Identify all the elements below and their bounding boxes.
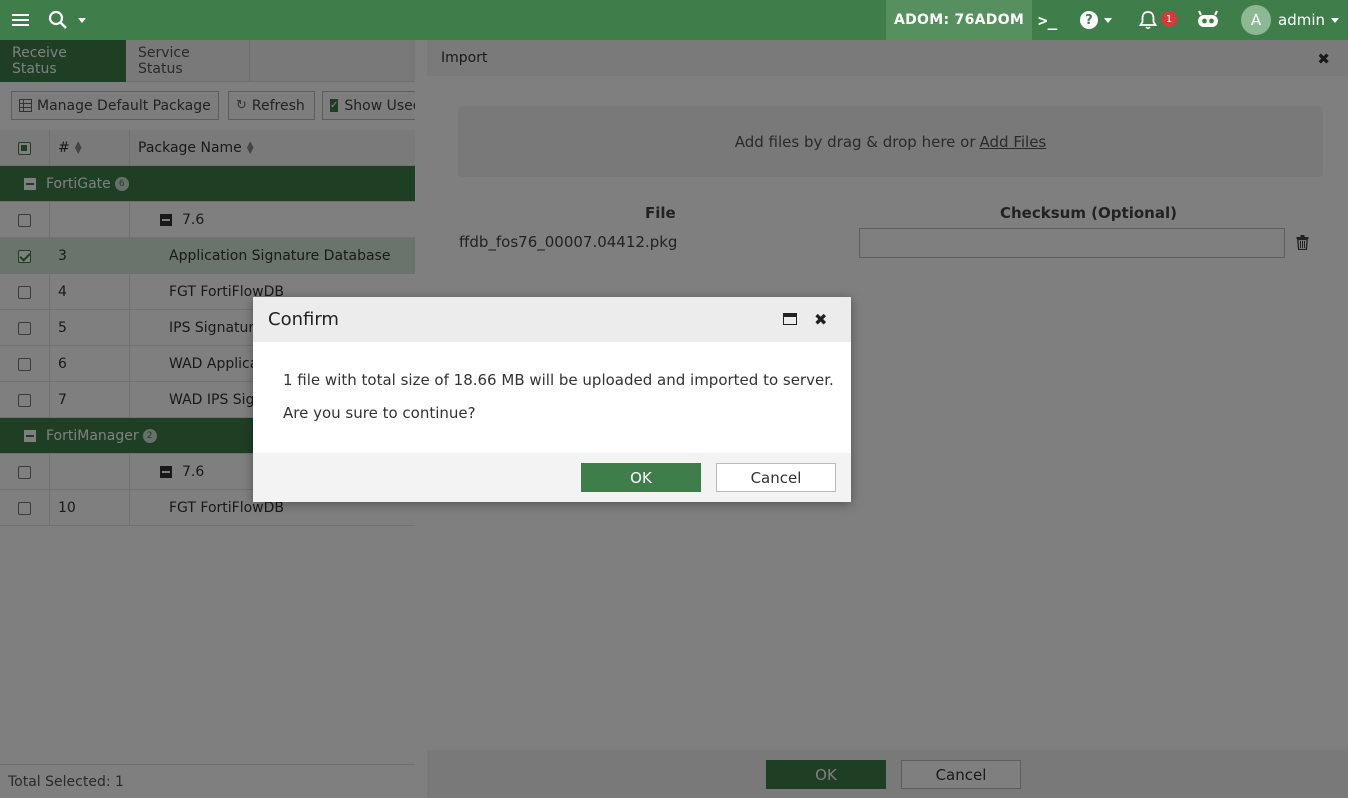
menu-icon[interactable]: [10, 0, 30, 40]
notifications-button[interactable]: [1138, 0, 1158, 40]
confirm-header: Confirm: [253, 297, 851, 342]
help-button[interactable]: ?: [1080, 0, 1112, 40]
bell-icon: [1138, 11, 1158, 30]
search-button[interactable]: [48, 0, 86, 40]
avatar: A: [1241, 5, 1271, 35]
robot-icon: [1198, 10, 1218, 27]
user-menu[interactable]: admin: [1278, 0, 1339, 40]
search-icon: [48, 10, 67, 29]
assistant-button[interactable]: [1196, 0, 1220, 40]
confirm-ok-button[interactable]: OK: [581, 463, 701, 492]
cli-console-button[interactable]: >_: [1038, 0, 1057, 40]
confirm-footer: OK Cancel: [253, 453, 851, 502]
confirm-message: 1 file with total size of 18.66 MB will …: [283, 371, 834, 389]
top-navigation-bar: ADOM: 76ADOM >_ ? 1 A admin: [0, 0, 1348, 40]
confirm-cancel-button[interactable]: Cancel: [716, 463, 836, 492]
close-icon[interactable]: ✖: [814, 310, 827, 329]
notification-count-badge: 1: [1161, 11, 1177, 27]
dialog-title: Confirm: [268, 309, 339, 330]
chevron-down-icon: [1104, 17, 1112, 23]
chevron-down-icon: [1331, 17, 1339, 23]
adom-selector[interactable]: ADOM: 76ADOM: [886, 0, 1033, 40]
maximize-icon[interactable]: [783, 313, 797, 325]
help-icon: ?: [1080, 11, 1098, 29]
chevron-down-icon: [78, 17, 86, 23]
user-avatar[interactable]: A: [1241, 0, 1271, 40]
confirm-dialog: Confirm ✖ 1 file with total size of 18.6…: [253, 297, 851, 502]
user-name: admin: [1278, 11, 1325, 29]
confirm-question: Are you sure to continue?: [283, 404, 476, 422]
